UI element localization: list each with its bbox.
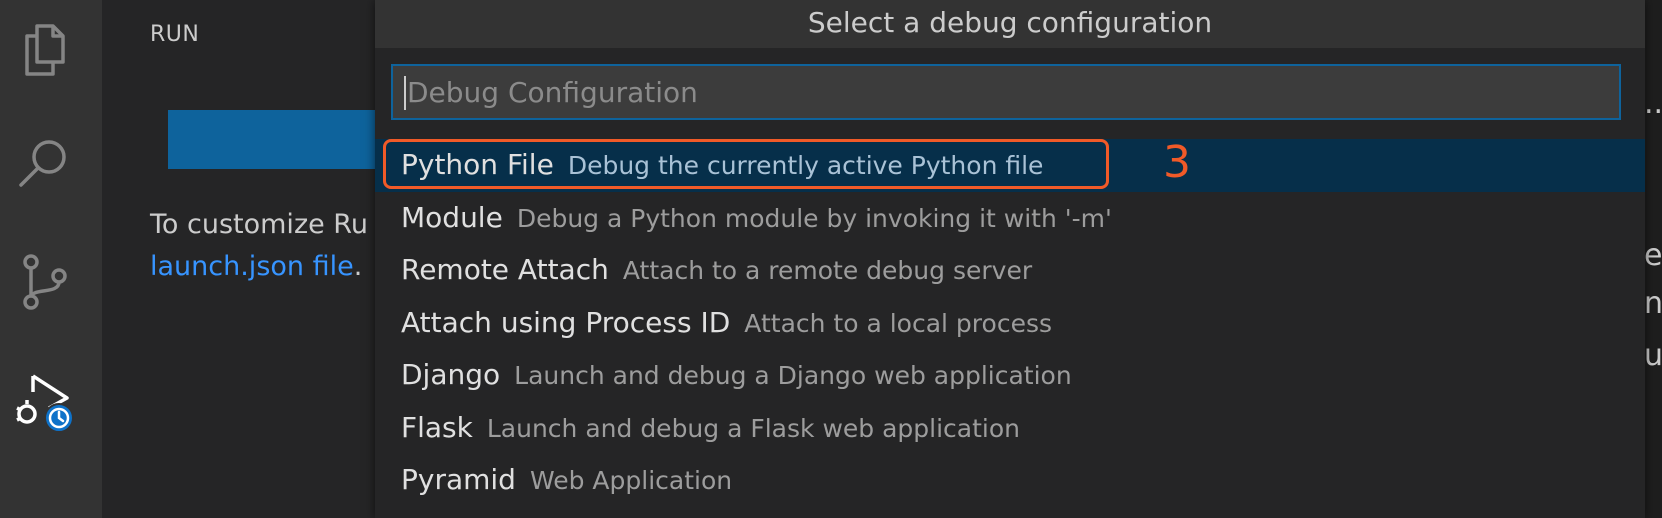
quick-pick-item-module[interactable]: Module Debug a Python module by invoking … xyxy=(375,192,1645,245)
customize-text: To customize Ru launch.json file. xyxy=(150,204,368,288)
run-debug-icon[interactable] xyxy=(15,372,75,432)
item-label: Module xyxy=(401,200,503,234)
item-description: Launch and debug a Flask web application xyxy=(486,413,1021,443)
quick-pick-title: Select a debug configuration xyxy=(375,0,1645,48)
item-label: Django xyxy=(401,358,501,391)
search-icon[interactable] xyxy=(15,133,75,193)
quick-pick-item-attach-process[interactable]: Attach using Process ID Attach to a local… xyxy=(375,297,1645,350)
debug-configuration-input[interactable] xyxy=(391,64,1621,120)
item-label: Attach using Process ID xyxy=(401,305,731,339)
run-sidebar: RUN To customize Ru launch.json file. xyxy=(102,0,388,518)
quick-pick-item-python-file[interactable]: Python File Debug the currently active Py… xyxy=(375,137,1645,192)
item-description: Debug a Python module by invoking it wit… xyxy=(516,203,1112,233)
activity-bar xyxy=(0,0,102,518)
editor-text-fragment: ur xyxy=(1644,338,1662,373)
item-label: Flask xyxy=(401,410,473,444)
item-label: Remote Attach xyxy=(401,253,609,286)
annotation-step-number: 3 xyxy=(1163,137,1191,188)
quick-pick-item-flask[interactable]: Flask Launch and debug a Flask web applic… xyxy=(375,402,1645,455)
quick-pick-item-remote-attach[interactable]: Remote Attach Attach to a remote debug se… xyxy=(375,244,1645,297)
quick-pick-item-pyramid[interactable]: Pyramid Web Application xyxy=(375,454,1645,507)
editor-text-fragment: .. xyxy=(1644,86,1662,121)
sidebar-title: RUN xyxy=(150,22,200,47)
item-label: Pyramid xyxy=(401,463,516,496)
source-control-icon[interactable] xyxy=(15,252,75,312)
item-description: Attach to a remote debug server xyxy=(622,256,1033,285)
launch-json-link[interactable]: launch.json file xyxy=(150,251,354,282)
files-icon[interactable] xyxy=(15,18,75,78)
editor-text-fragment: e_ xyxy=(1644,238,1662,273)
customize-label: To customize Ru xyxy=(150,209,368,240)
quick-pick-list: Python File Debug the currently active Py… xyxy=(375,137,1645,507)
debug-config-quick-pick: Select a debug configuration Python File… xyxy=(375,0,1645,518)
editor-text-fragment: n xyxy=(1644,286,1662,321)
run-and-debug-button[interactable] xyxy=(168,110,388,169)
quick-pick-item-django[interactable]: Django Launch and debug a Django web appl… xyxy=(375,349,1645,402)
text-caret xyxy=(404,76,406,110)
item-description: Attach to a local process xyxy=(744,308,1052,338)
item-description: Launch and debug a Django web applicatio… xyxy=(514,361,1072,390)
item-description: Web Application xyxy=(529,466,733,495)
item-label: Python File xyxy=(401,148,554,181)
link-suffix: . xyxy=(353,251,363,282)
item-description: Debug the currently active Python file xyxy=(567,151,1044,180)
